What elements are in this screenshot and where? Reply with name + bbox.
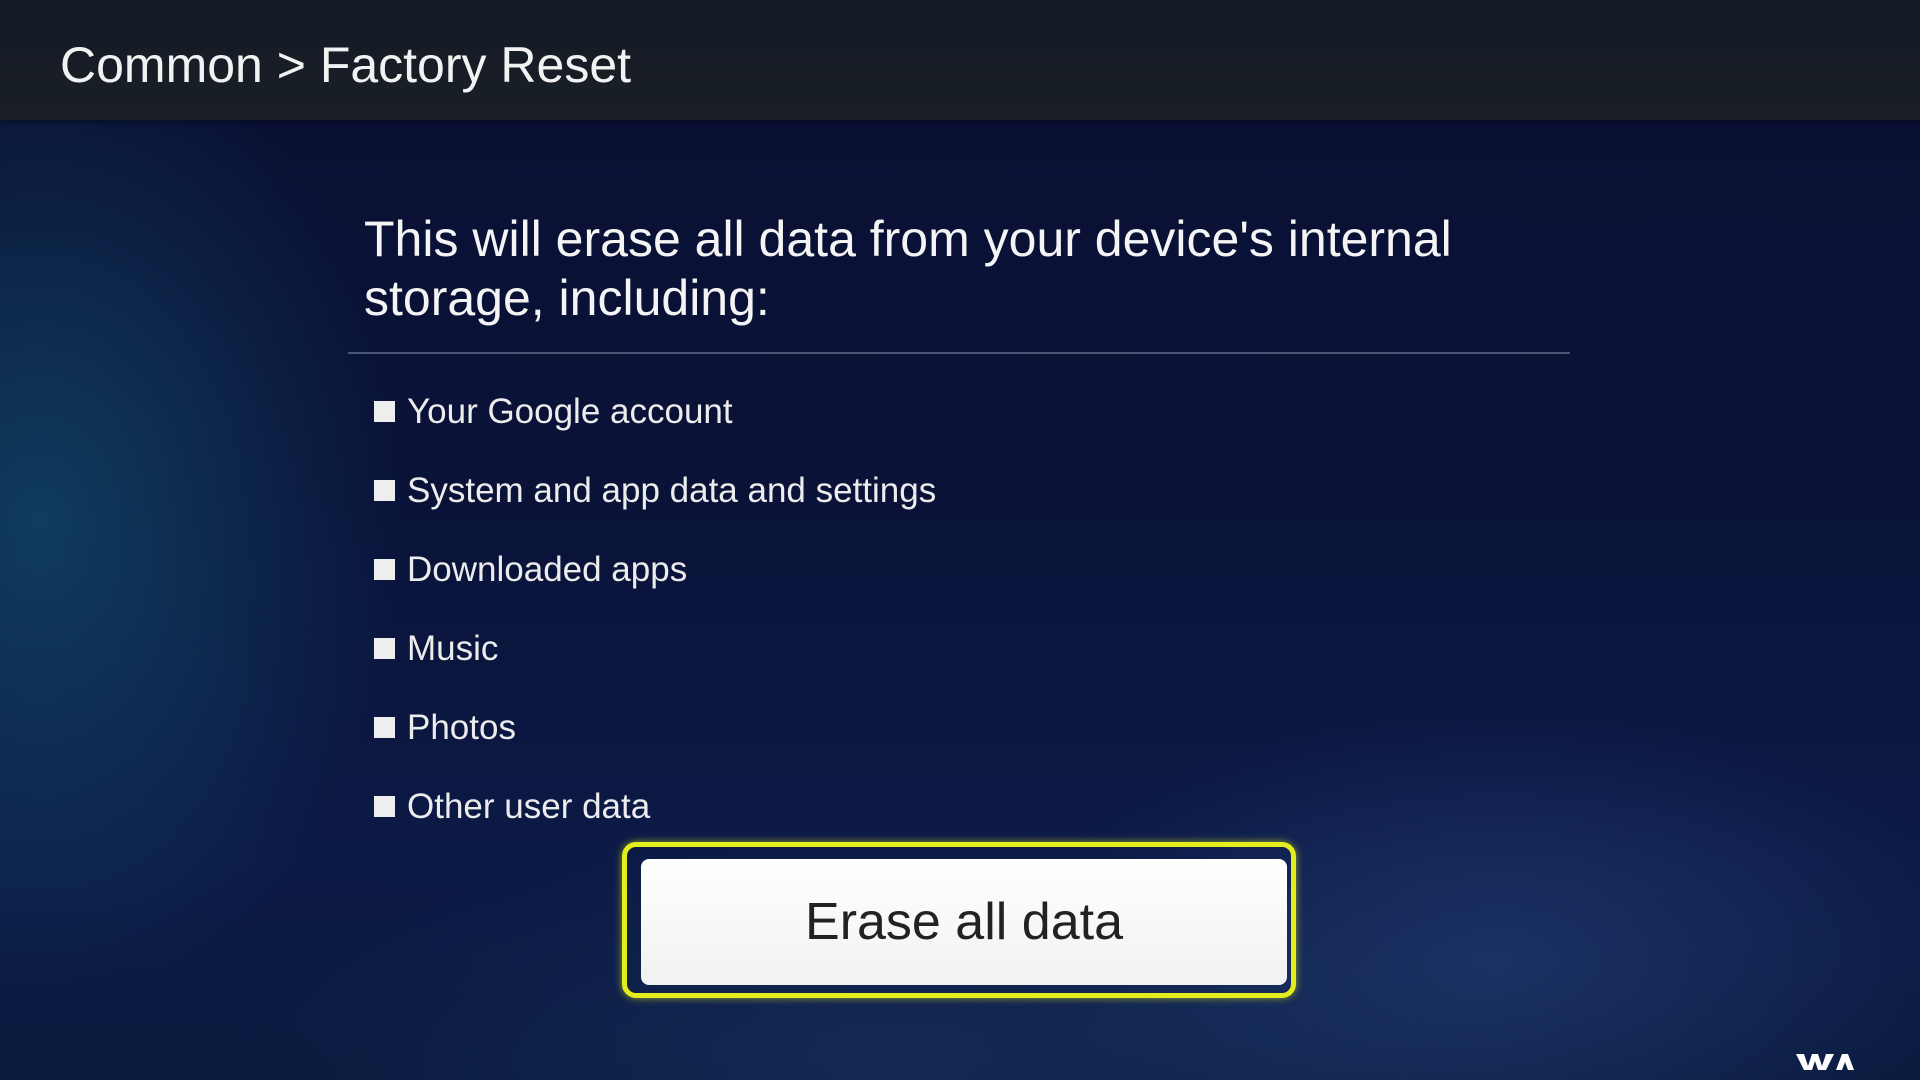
list-item-label: Downloaded apps (407, 549, 688, 589)
watermark-logo (1796, 1054, 1854, 1070)
list-item-label: Music (407, 628, 499, 668)
header-bar: Common > Factory Reset (0, 0, 1920, 120)
erase-list: Your Google account System and app data … (374, 372, 936, 846)
divider (348, 352, 1570, 354)
square-bullet-icon (374, 717, 395, 738)
list-item-label: Other user data (407, 786, 651, 826)
reset-content: This will erase all data from your devic… (348, 210, 1570, 826)
list-item: Photos (374, 688, 936, 767)
square-bullet-icon (374, 559, 395, 580)
square-bullet-icon (374, 638, 395, 659)
list-item: Music (374, 609, 936, 688)
list-item-label: System and app data and settings (407, 470, 937, 510)
list-item: System and app data and settings (374, 451, 936, 530)
focus-ring: Erase all data (622, 842, 1296, 998)
list-item: Your Google account (374, 372, 936, 451)
square-bullet-icon (374, 401, 395, 422)
list-item: Downloaded apps (374, 530, 936, 609)
list-item-label: Your Google account (407, 391, 733, 431)
breadcrumb: Common > Factory Reset (60, 37, 632, 93)
square-bullet-icon (374, 796, 395, 817)
square-bullet-icon (374, 480, 395, 501)
list-item: Other user data (374, 767, 936, 846)
factory-reset-screen: Common > Factory Reset This will erase a… (0, 0, 1920, 1080)
erase-description: This will erase all data from your devic… (364, 211, 1452, 326)
list-item-label: Photos (407, 707, 516, 747)
erase-all-data-button[interactable]: Erase all data (641, 859, 1287, 985)
